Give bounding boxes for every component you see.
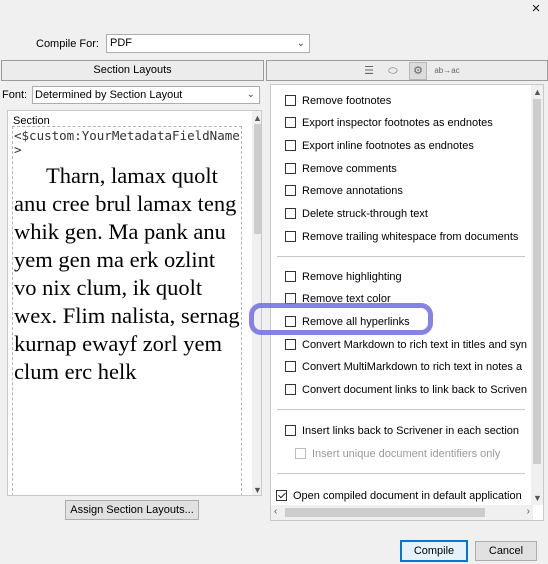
option-remove-footnotes[interactable]: Remove footnotes: [285, 94, 391, 108]
text-replace-icon[interactable]: ab→ac: [433, 63, 461, 79]
transformations-options: Remove footnotes Export inspector footno…: [270, 84, 544, 521]
scroll-down-icon[interactable]: ▼: [253, 485, 261, 495]
option-export-inline-footnotes[interactable]: Export inline footnotes as endnotes: [285, 139, 474, 153]
divider: [277, 473, 525, 474]
scroll-thumb[interactable]: [285, 508, 485, 517]
compile-format-value: PDF: [110, 37, 132, 49]
scroll-up-icon[interactable]: ▲: [533, 87, 542, 97]
option-convert-multimarkdown[interactable]: Convert MultiMarkdown to rich text in no…: [285, 360, 522, 374]
compile-format-dropdown[interactable]: PDF ⌄: [106, 34, 310, 53]
checkbox[interactable]: [285, 361, 296, 372]
list-icon[interactable]: ☰: [361, 63, 377, 79]
scroll-left-icon[interactable]: ‹: [274, 506, 277, 517]
option-remove-annotations[interactable]: Remove annotations: [285, 184, 403, 198]
option-convert-markdown[interactable]: Convert Markdown to rich text in titles …: [285, 338, 527, 352]
checkbox[interactable]: [285, 117, 296, 128]
chevron-down-icon: ⌄: [246, 89, 255, 100]
option-export-inspector-footnotes[interactable]: Export inspector footnotes as endnotes: [285, 116, 493, 130]
options-horizontal-scrollbar[interactable]: ‹ ›: [271, 505, 533, 520]
checkbox[interactable]: [285, 208, 296, 219]
tag-icon[interactable]: ⬭: [385, 63, 401, 79]
checkbox[interactable]: [285, 316, 296, 327]
divider: [277, 256, 525, 257]
section-layouts-header: Section Layouts: [1, 60, 264, 81]
option-remove-text-color[interactable]: Remove text color: [285, 292, 391, 306]
option-remove-all-hyperlinks[interactable]: Remove all hyperlinks: [285, 315, 410, 329]
cancel-button[interactable]: Cancel: [475, 541, 537, 561]
checkbox[interactable]: [285, 384, 296, 395]
assign-section-layouts-button[interactable]: Assign Section Layouts...: [65, 500, 199, 520]
scroll-right-icon[interactable]: ›: [527, 506, 530, 517]
options-vertical-scrollbar[interactable]: ▲ ▼: [531, 85, 543, 505]
option-insert-unique-identifiers: Insert unique document identifiers only: [295, 447, 500, 461]
font-value: Determined by Section Layout: [35, 89, 183, 101]
chevron-down-icon: ⌄: [296, 38, 305, 49]
option-delete-struck-through[interactable]: Delete struck-through text: [285, 207, 428, 221]
section-preview[interactable]: Section <$custom:YourMetadataFieldName> …: [7, 110, 262, 496]
close-icon[interactable]: ×: [528, 1, 544, 17]
checkbox[interactable]: [285, 231, 296, 242]
sample-body-text: Tharn, lamax quolt anu cree brul lamax t…: [14, 163, 240, 384]
option-insert-links-back[interactable]: Insert links back to Scrivener in each s…: [285, 424, 519, 438]
checkbox[interactable]: [285, 185, 296, 196]
divider: [277, 409, 525, 410]
option-convert-document-links[interactable]: Convert document links to link back to S…: [285, 383, 527, 397]
scroll-up-icon[interactable]: ▲: [253, 113, 261, 123]
checkbox[interactable]: [285, 140, 296, 151]
checkbox[interactable]: [285, 339, 296, 350]
checkbox-checked[interactable]: [276, 490, 287, 501]
checkbox[interactable]: [285, 425, 296, 436]
option-remove-comments[interactable]: Remove comments: [285, 162, 397, 176]
option-remove-trailing-whitespace[interactable]: Remove trailing whitespace from document…: [285, 230, 518, 244]
option-open-compiled-document[interactable]: Open compiled document in default applic…: [276, 489, 522, 503]
font-label: Font:: [2, 89, 28, 101]
compile-for-label: Compile For:: [36, 38, 99, 50]
compile-button[interactable]: Compile: [400, 540, 468, 562]
option-remove-highlighting[interactable]: Remove highlighting: [285, 270, 402, 284]
metadata-placeholder-text: <$custom:YourMetadataFieldName>: [14, 128, 240, 157]
scroll-thumb[interactable]: [254, 124, 261, 234]
font-dropdown[interactable]: Determined by Section Layout ⌄: [32, 86, 260, 104]
gear-icon[interactable]: ⚙: [409, 62, 427, 80]
scroll-thumb[interactable]: [533, 99, 541, 464]
checkbox: [295, 448, 306, 459]
checkbox[interactable]: [285, 95, 296, 106]
checkbox[interactable]: [285, 293, 296, 304]
checkbox[interactable]: [285, 163, 296, 174]
checkbox[interactable]: [285, 271, 296, 282]
options-tabs-bar: ☰ ⬭ ⚙ ab→ac: [266, 60, 548, 81]
section-scrollbar[interactable]: ▲ ▼: [252, 111, 261, 495]
scroll-down-icon[interactable]: ▼: [533, 493, 542, 503]
